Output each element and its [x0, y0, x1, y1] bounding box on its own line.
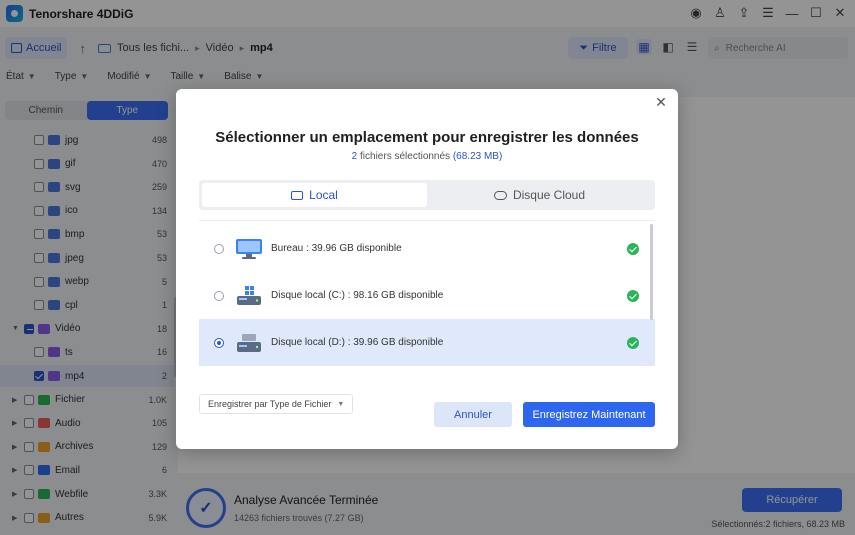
available-check-icon	[627, 336, 639, 349]
disk-c-icon	[237, 285, 261, 305]
close-icon[interactable]: ✕	[654, 94, 668, 110]
disk-d-icon	[237, 333, 261, 352]
save-by-type-label: Enregistrer par Type de Fichier	[208, 399, 332, 409]
radio-button[interactable]	[214, 243, 224, 254]
tab-cloud-label: Disque Cloud	[512, 188, 586, 202]
location-item[interactable]: Bureau : 39.96 GB disponible	[199, 225, 655, 272]
location-tabs: Local Disque Cloud	[199, 180, 655, 210]
save-location-dialog: ✕ Sélectionner un emplacement pour enreg…	[176, 89, 678, 449]
save-now-button[interactable]: Enregistrez Maintenant	[523, 402, 655, 427]
selected-size: (68.23 MB)	[452, 151, 503, 162]
monitor-icon	[291, 190, 304, 200]
location-label: Disque local (C:) : 98.16 GB disponible	[271, 290, 444, 301]
selected-text: fichiers sélectionnés	[360, 151, 451, 162]
chevron-down-icon: ▼	[337, 400, 345, 408]
location-list-scrollbar[interactable]	[650, 224, 653, 320]
tab-local[interactable]: Local	[202, 183, 427, 207]
location-item[interactable]: Disque local (D:) : 39.96 GB disponible	[199, 319, 655, 366]
location-label: Bureau : 39.96 GB disponible	[271, 243, 402, 254]
tab-local-label: Local	[309, 188, 338, 202]
cancel-button[interactable]: Annuler	[434, 402, 512, 427]
save-by-type-dropdown[interactable]: Enregistrer par Type de Fichier ▼	[199, 394, 354, 414]
selected-count: 2	[351, 151, 358, 162]
available-check-icon	[627, 242, 639, 255]
dialog-title: Sélectionner un emplacement pour enregis…	[215, 129, 639, 146]
cloud-icon	[493, 190, 507, 200]
radio-button[interactable]	[214, 337, 224, 348]
location-list: Bureau : 39.96 GB disponible Disque loca…	[199, 220, 655, 375]
desktop-icon	[236, 238, 262, 259]
location-item[interactable]	[199, 366, 655, 375]
dialog-subtitle: 2 fichiers sélectionnés (68.23 MB)	[176, 151, 678, 162]
tab-cloud[interactable]: Disque Cloud	[427, 183, 652, 207]
radio-button[interactable]	[214, 290, 224, 301]
location-label: Disque local (D:) : 39.96 GB disponible	[271, 337, 444, 348]
location-item[interactable]: Disque local (C:) : 98.16 GB disponible	[199, 272, 655, 319]
available-check-icon	[627, 289, 639, 302]
